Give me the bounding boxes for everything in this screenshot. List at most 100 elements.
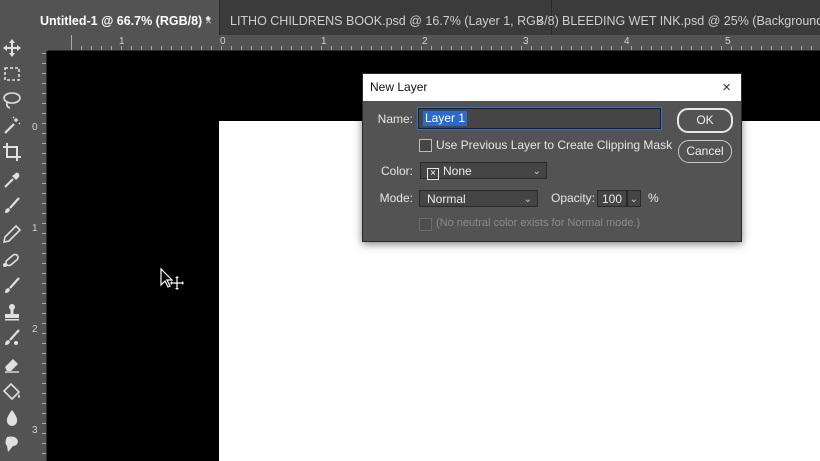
ruler-tick: [161, 46, 162, 50]
ruler-tick: [42, 413, 46, 414]
close-icon[interactable]: ×: [722, 74, 731, 101]
ruler-tick: [42, 293, 46, 294]
ruler-origin[interactable]: [30, 35, 48, 51]
chevron-down-icon: ⌄: [523, 194, 532, 205]
ruler-tick: [131, 46, 132, 50]
ruler-tick: [781, 46, 782, 50]
clipping-mask-label[interactable]: Use Previous Layer to Create Clipping Ma…: [436, 138, 672, 152]
ruler-tick: [611, 46, 612, 50]
eyedropper-icon[interactable]: [0, 168, 24, 192]
ruler-tick: [42, 123, 46, 124]
blur-tool-icon[interactable]: [0, 406, 24, 430]
ruler-tick: [431, 46, 432, 50]
ruler-tick: [251, 46, 252, 50]
ruler-tick: [42, 153, 46, 154]
eraser-icon[interactable]: [0, 352, 24, 376]
ruler-tick: [451, 46, 452, 50]
ruler-tick: [301, 46, 302, 50]
mode-label: Mode:: [379, 191, 413, 205]
ruler-tick: [381, 46, 382, 50]
ruler-tick: [361, 46, 362, 50]
ruler-tick: [42, 343, 46, 344]
ruler-tick: [701, 46, 702, 50]
tab-bleeding-wet-ink[interactable]: BLEEDING WET INK.psd @ 25% (Background, …: [552, 0, 820, 35]
ruler-tick: [441, 46, 442, 50]
ruler-tick: [42, 253, 46, 254]
ruler-tick: [241, 46, 242, 50]
new-layer-dialog: New Layer × Name: Layer 1 Use Previous L…: [362, 73, 742, 242]
ruler-tick: [42, 183, 46, 184]
dialog-title-bar[interactable]: New Layer ×: [363, 74, 741, 101]
ruler-tick: [551, 46, 552, 50]
ruler-tick: [661, 46, 662, 50]
cancel-button[interactable]: Cancel: [678, 140, 732, 163]
ruler-tick: [211, 46, 212, 50]
brush-icon[interactable]: [0, 194, 24, 218]
ruler-tick: [501, 46, 502, 50]
ruler-tick: [42, 213, 46, 214]
tab-untitled-1[interactable]: Untitled-1 @ 66.7% (RGB/8) * ×: [30, 0, 220, 35]
ruler-tick: [42, 363, 46, 364]
ruler-tick: [311, 46, 312, 50]
color-select[interactable]: × None ⌄: [420, 162, 547, 180]
mode-select[interactable]: Normal ⌄: [419, 190, 538, 207]
no-color-swatch-icon: ×: [427, 168, 439, 180]
mode-value: Normal: [427, 192, 466, 206]
ruler-tick: [811, 46, 812, 50]
chevron-down-icon: ⌄: [629, 194, 638, 205]
ruler-tick: [42, 273, 46, 274]
ruler-tick: [121, 46, 122, 50]
marquee-tool-icon[interactable]: [0, 62, 24, 86]
clone-stamp-icon[interactable]: [0, 300, 24, 324]
ruler-tick: [42, 243, 46, 244]
ruler-tick: [491, 46, 492, 50]
neutral-color-label: (No neutral color exists for Normal mode…: [436, 217, 641, 229]
ruler-tick: [221, 46, 222, 50]
ruler-tick: [42, 263, 46, 264]
lasso-tool-icon[interactable]: [0, 88, 24, 112]
layer-name-input[interactable]: Layer 1: [417, 107, 662, 130]
ruler-tick: [42, 113, 46, 114]
ruler-tick: [461, 46, 462, 50]
crop-tool-icon[interactable]: [0, 140, 24, 164]
ruler-tick: [671, 46, 672, 50]
tab-label: LITHO CHILDRENS BOOK.psd @ 16.7% (Layer …: [230, 14, 559, 28]
healing-brush-icon[interactable]: [0, 248, 24, 272]
pencil-icon[interactable]: [0, 222, 24, 246]
ruler-tick: [511, 46, 512, 50]
ruler-tick: [191, 46, 192, 50]
dialog-title: New Layer: [370, 80, 428, 94]
opacity-input[interactable]: 100: [597, 190, 627, 207]
tab-litho-childrens-book[interactable]: LITHO CHILDRENS BOOK.psd @ 16.7% (Layer …: [220, 0, 559, 35]
ruler-tick: [401, 46, 402, 50]
smudge-tool-icon[interactable]: [0, 432, 24, 456]
ruler-tick: [231, 46, 232, 50]
horizontal-ruler[interactable]: 1 0 1 2 3 4 5: [48, 35, 820, 51]
ruler-tick: [42, 173, 46, 174]
ruler-tick: [681, 46, 682, 50]
ruler-tick: [111, 46, 112, 50]
ruler-tick: [621, 46, 622, 50]
move-tool-icon[interactable]: [0, 36, 24, 60]
ruler-tick: [281, 46, 282, 50]
color-value: None: [443, 164, 472, 178]
ruler-tick: [42, 323, 46, 324]
tools-panel: [0, 0, 31, 461]
ruler-tick: [321, 46, 322, 50]
mixer-brush-icon[interactable]: [0, 326, 24, 350]
ruler-tick: [541, 46, 542, 50]
opacity-unit: %: [648, 191, 659, 205]
ruler-tick: [42, 203, 46, 204]
ruler-tick: [711, 46, 712, 50]
magic-wand-icon[interactable]: [0, 114, 24, 138]
ok-button[interactable]: OK: [677, 108, 733, 133]
ruler-tick: [691, 46, 692, 50]
ruler-tick: [42, 443, 46, 444]
ruler-tick: [42, 163, 46, 164]
opacity-stepper[interactable]: ⌄: [627, 190, 641, 207]
vertical-ruler[interactable]: 0 1 2 3: [30, 51, 47, 461]
history-brush-icon[interactable]: [0, 274, 24, 298]
paint-bucket-icon[interactable]: [0, 380, 24, 404]
name-label: Name:: [377, 112, 413, 126]
clipping-mask-checkbox[interactable]: [419, 139, 432, 152]
